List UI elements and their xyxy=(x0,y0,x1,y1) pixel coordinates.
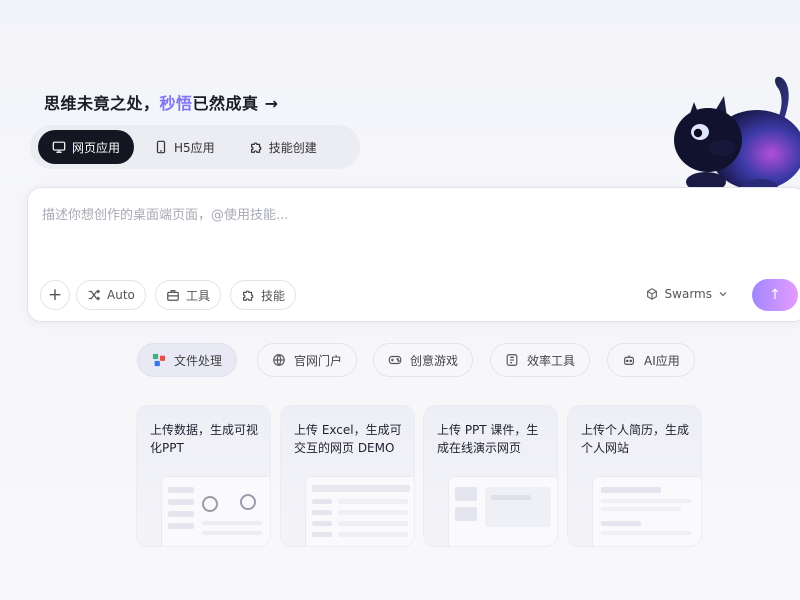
card-thumbnail xyxy=(592,476,701,546)
headline-highlight: 秒悟 xyxy=(159,94,193,113)
card-text: 上传 Excel，生成可交互的网页 DEMO xyxy=(294,423,402,455)
toolbox-icon xyxy=(167,290,179,301)
skills-label: 技能 xyxy=(261,288,286,303)
puzzle-icon xyxy=(243,290,254,301)
shuffle-icon xyxy=(88,289,101,301)
tools-button[interactable]: 工具 xyxy=(155,280,222,310)
tool-icon xyxy=(506,354,518,366)
tab-label: H5应用 xyxy=(174,140,215,155)
card-text: 上传个人简历，生成个人网站 xyxy=(581,423,690,455)
template-card-resume-site[interactable]: 上传个人简历，生成个人网站 xyxy=(567,405,702,547)
auto-label: Auto xyxy=(107,288,135,302)
hero-headline: 思维未竟之处，秒悟已然成真 → xyxy=(44,90,279,114)
category-ai-apps[interactable]: AI应用 xyxy=(607,343,695,377)
prompt-composer: + Auto 工具 技能 Swarms ↑ xyxy=(27,187,800,322)
card-thumbnail xyxy=(305,476,414,546)
skills-button[interactable]: 技能 xyxy=(230,280,297,310)
category-label: 创意游戏 xyxy=(410,353,459,368)
swarms-selector[interactable]: Swarms xyxy=(645,287,728,301)
gamepad-icon xyxy=(388,355,402,365)
template-card-ppt-courseware[interactable]: 上传 PPT 课件，生成在线演示网页 xyxy=(423,405,558,547)
category-label: 官网门户 xyxy=(294,353,343,368)
category-efficiency-tools[interactable]: 效率工具 xyxy=(490,343,591,377)
category-creative-games[interactable]: 创意游戏 xyxy=(373,343,474,377)
prompt-input[interactable] xyxy=(40,202,724,256)
category-label: 文件处理 xyxy=(174,353,223,368)
send-button[interactable]: ↑ xyxy=(752,279,798,311)
table-preview xyxy=(312,485,410,537)
category-label: AI应用 xyxy=(644,353,680,368)
card-thumbnail xyxy=(448,476,557,546)
card-text: 上传 PPT 课件，生成在线演示网页 xyxy=(437,423,539,455)
card-text: 上传数据，生成可视化PPT xyxy=(150,423,259,455)
globe-icon xyxy=(273,354,285,366)
tab-label: 技能创建 xyxy=(268,140,317,155)
phone-icon xyxy=(156,140,166,154)
mode-switcher: 网页应用 H5应用 技能创建 xyxy=(30,125,360,169)
tab-label: 网页应用 xyxy=(72,140,121,155)
category-file-processing[interactable]: 文件处理 xyxy=(137,343,238,377)
monitor-icon xyxy=(52,141,66,153)
category-website-portal[interactable]: 官网门户 xyxy=(257,343,358,377)
chevron-down-icon xyxy=(719,292,727,297)
robot-icon xyxy=(624,355,634,365)
dashboard-preview xyxy=(168,487,262,535)
category-label: 效率工具 xyxy=(527,353,576,368)
template-card-excel-demo[interactable]: 上传 Excel，生成可交互的网页 DEMO xyxy=(280,405,415,547)
swarms-label: Swarms xyxy=(664,287,712,301)
puzzle-icon xyxy=(250,142,262,153)
add-button[interactable]: + xyxy=(40,280,70,310)
files-icon xyxy=(152,353,166,367)
card-thumbnail xyxy=(161,476,270,546)
tab-web-app[interactable]: 网页应用 xyxy=(38,130,135,164)
tab-skill-create[interactable]: 技能创建 xyxy=(235,130,331,164)
tools-label: 工具 xyxy=(186,288,211,303)
auto-mode-button[interactable]: Auto xyxy=(76,280,146,310)
swarms-icon xyxy=(646,288,657,300)
slides-preview xyxy=(455,487,551,527)
headline-part-1: 思维未竟之处， xyxy=(44,94,160,113)
resume-preview xyxy=(601,487,691,535)
tab-h5-app[interactable]: H5应用 xyxy=(140,130,229,164)
template-card-data-ppt[interactable]: 上传数据，生成可视化PPT xyxy=(136,405,271,547)
headline-part-2[interactable]: 已然成真 → xyxy=(193,94,279,113)
